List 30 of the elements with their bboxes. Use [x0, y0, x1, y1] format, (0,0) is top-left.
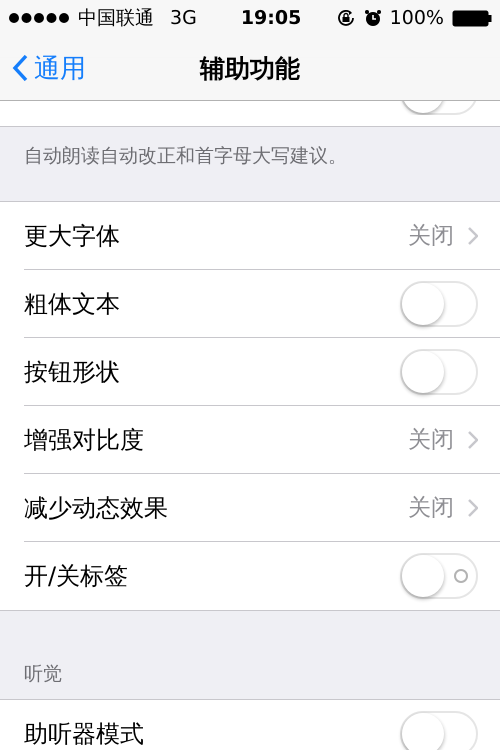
toggle-switch[interactable] [400, 711, 478, 750]
row-label: 助听器模式 [24, 719, 145, 750]
chevron-icon [468, 226, 478, 244]
row-value: 关闭 [408, 222, 454, 251]
back-chevron-icon [12, 54, 28, 82]
battery-percent: 100% [390, 7, 444, 29]
chevron-icon [468, 498, 478, 516]
network-type: 3G [170, 7, 197, 29]
row-label: 粗体文本 [24, 288, 121, 320]
chevron-icon [468, 430, 478, 448]
toggle-switch[interactable] [400, 280, 478, 326]
screen-title: 辅助功能 [200, 52, 300, 84]
toggle-switch[interactable] [400, 553, 478, 599]
row-value: 关闭 [408, 494, 454, 523]
battery-icon [452, 10, 492, 26]
clock-time: 19:05 [240, 7, 302, 29]
signal-icon [8, 12, 70, 24]
row-label: 开/关标签 [24, 561, 130, 592]
back-button[interactable]: 通用 [0, 50, 86, 86]
section-header: 听觉 [23, 662, 63, 687]
footnote-text: 自动朗读自动改正和首字母大写建议。 [23, 144, 348, 169]
row-label: 更大字体 [24, 220, 121, 252]
alarm-clock-icon [364, 9, 382, 27]
row-value: 关闭 [408, 426, 454, 455]
row-label: 按钮形状 [24, 356, 121, 388]
carrier-name: 中国联通 [78, 6, 154, 31]
toggle-switch[interactable] [400, 348, 478, 394]
rotation-lock-icon [336, 8, 356, 28]
row-label: 减少动态效果 [24, 492, 169, 524]
row-label: 增强对比度 [24, 424, 145, 456]
